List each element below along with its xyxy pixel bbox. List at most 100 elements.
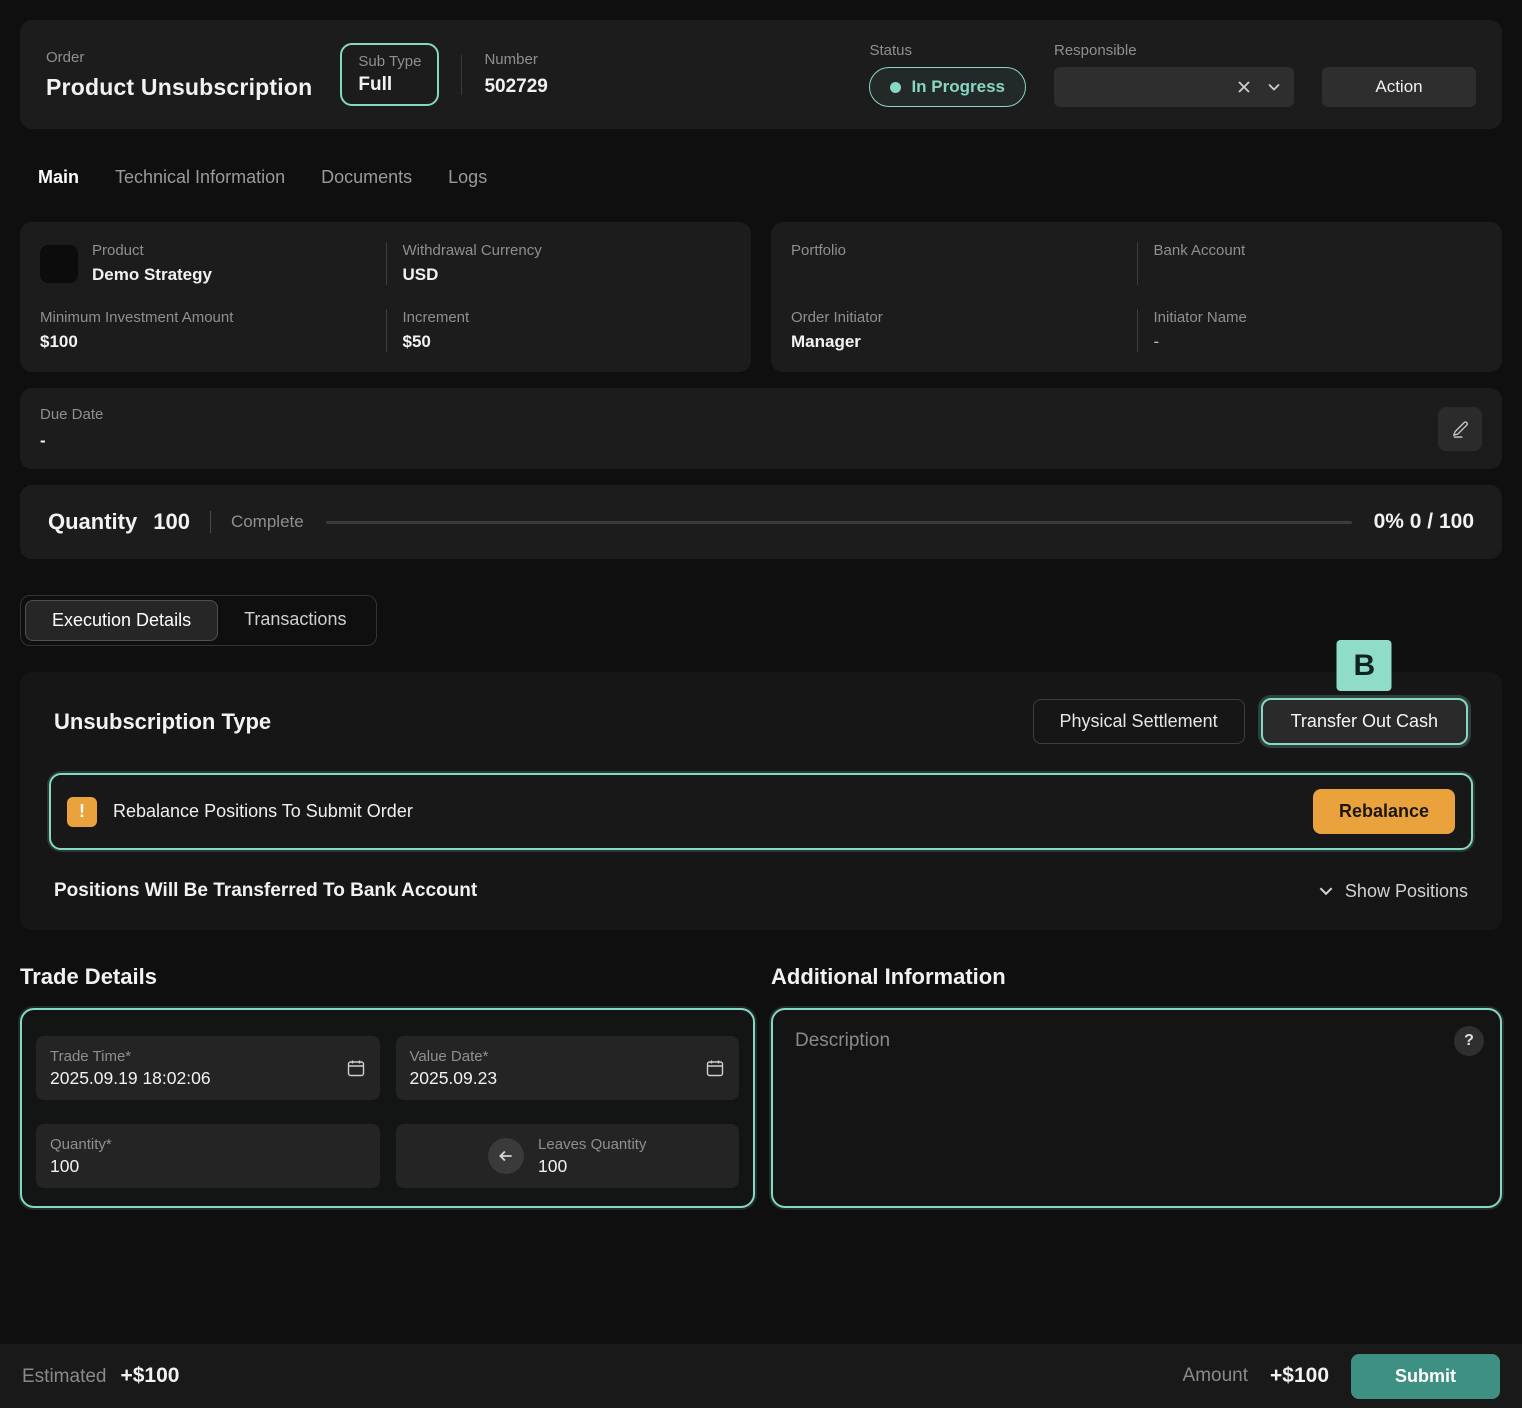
number-label: Number [484,51,547,68]
description-input[interactable] [795,1030,1423,1180]
detail-tab-bar: Execution Details Transactions [20,595,377,646]
estimated-value: +$100 [120,1364,179,1388]
main-tab-bar: Main Technical Information Documents Log… [20,159,1502,196]
unsubscription-type-title: Unsubscription Type [54,709,271,735]
trade-time-field[interactable]: Trade Time* 2025.09.19 18:02:06 [36,1036,380,1100]
status-group: Status In Progress [869,42,1026,107]
submit-button[interactable]: Submit [1351,1354,1500,1399]
tab-main[interactable]: Main [38,159,79,196]
order-page: Order Product Unsubscription Sub Type Fu… [0,0,1522,1408]
order-initiator-cell: Order Initiator Manager [791,309,1137,352]
pencil-icon [1451,419,1470,438]
tab-technical-information[interactable]: Technical Information [115,159,285,196]
responsible-group: Responsible [1054,42,1294,107]
amount-label: Amount [1183,1365,1248,1387]
order-number-group: Number 502729 [484,51,547,98]
chevron-down-icon[interactable] [1266,79,1282,95]
status-dot-icon [890,82,901,93]
trade-quantity-value: 100 [50,1156,366,1177]
calendar-icon[interactable] [705,1058,725,1078]
annotation-badge-b: B [1337,640,1392,691]
product-cell: Product Demo Strategy [40,242,386,285]
product-card: Product Demo Strategy Withdrawal Currenc… [20,222,751,372]
status-label: Status [869,42,1026,59]
edit-due-date-button[interactable] [1438,407,1482,451]
arrow-left-circle-icon[interactable] [488,1138,524,1174]
order-initiator-label: Order Initiator [791,309,1137,326]
status-badge: In Progress [869,67,1026,107]
trade-quantity-field[interactable]: Quantity* 100 [36,1124,380,1188]
amount-value: +$100 [1270,1364,1329,1388]
chevron-down-icon [1317,882,1335,900]
initiator-name-label: Initiator Name [1154,309,1483,326]
responsible-select[interactable] [1054,67,1294,107]
sub-type-value: Full [358,74,421,96]
footer-bar: Estimated +$100 Amount +$100 Submit [0,1344,1522,1408]
rebalance-button[interactable]: Rebalance [1313,789,1455,834]
quantity-card: Quantity 100 Complete 0% 0 / 100 [20,485,1502,559]
leaves-quantity-value: 100 [538,1156,646,1177]
product-label: Product [92,242,212,259]
leaves-quantity-field: Leaves Quantity 100 [396,1124,740,1188]
positions-row: Positions Will Be Transferred To Bank Ac… [36,880,1486,902]
trade-time-label: Trade Time* [50,1048,366,1065]
rebalance-message: Rebalance Positions To Submit Order [113,801,413,822]
sub-type-box: Sub Type Full [340,43,439,106]
amount-group: Amount +$100 Submit [1183,1354,1500,1399]
increment-cell: Increment $50 [386,309,732,352]
withdrawal-currency-value: USD [403,265,732,285]
tab-transactions[interactable]: Transactions [218,600,372,641]
warning-icon: ! [67,797,97,827]
estimated-label: Estimated [22,1366,106,1388]
withdrawal-currency-cell: Withdrawal Currency USD [386,242,732,285]
due-date-group: Due Date - [40,406,103,451]
tab-documents[interactable]: Documents [321,159,412,196]
physical-settlement-button[interactable]: Physical Settlement [1033,699,1245,744]
calendar-icon[interactable] [346,1058,366,1078]
min-investment-value: $100 [40,332,386,352]
header-divider [461,55,462,95]
trade-quantity-label: Quantity* [50,1136,366,1153]
execution-details-panel: Unsubscription Type Physical Settlement … [20,672,1502,930]
transfer-out-cash-wrap: B Transfer Out Cash [1261,698,1468,745]
additional-information-title: Additional Information [771,964,1502,990]
bank-account-value [1154,265,1483,285]
portfolio-card: Portfolio Bank Account Order Initiator M… [771,222,1502,372]
responsible-label: Responsible [1054,42,1294,59]
due-date-card: Due Date - [20,388,1502,469]
status-value: In Progress [911,77,1005,97]
order-initiator-value: Manager [791,332,1137,352]
increment-value: $50 [403,332,732,352]
bank-account-label: Bank Account [1154,242,1483,259]
due-date-value: - [40,431,103,451]
clear-icon[interactable] [1236,79,1252,95]
portfolio-value [791,265,1137,285]
info-cards-row: Product Demo Strategy Withdrawal Currenc… [20,222,1502,372]
number-value: 502729 [484,76,547,98]
transfer-out-cash-button[interactable]: Transfer Out Cash [1261,698,1468,745]
trade-details-panel: Trade Time* 2025.09.19 18:02:06 Value Da… [20,1008,755,1208]
bottom-columns: Trade Time* 2025.09.19 18:02:06 Value Da… [20,1008,1502,1208]
help-icon[interactable]: ? [1454,1026,1484,1056]
quantity-value: 100 [153,509,190,535]
unsubscription-type-options: Physical Settlement B Transfer Out Cash [1033,698,1468,745]
bank-account-cell: Bank Account [1137,242,1483,285]
tab-logs[interactable]: Logs [448,159,487,196]
tab-execution-details[interactable]: Execution Details [25,600,218,641]
additional-information-panel: ? [771,1008,1502,1208]
initiator-name-value: - [1154,332,1483,352]
unsubscription-type-row: Unsubscription Type Physical Settlement … [36,698,1486,745]
portfolio-label: Portfolio [791,242,1137,259]
sub-type-label: Sub Type [358,53,421,70]
order-header: Order Product Unsubscription Sub Type Fu… [20,20,1502,129]
value-date-field[interactable]: Value Date* 2025.09.23 [396,1036,740,1100]
show-positions-toggle[interactable]: Show Positions [1317,881,1468,902]
trade-details-title: Trade Details [20,964,755,990]
quantity-divider [210,511,211,533]
due-date-label: Due Date [40,406,103,423]
complete-label: Complete [231,512,304,532]
positions-message: Positions Will Be Transferred To Bank Ac… [54,880,477,902]
action-button[interactable]: Action [1322,67,1476,107]
bottom-headings: Trade Details Additional Information [20,964,1502,990]
leaves-quantity-label: Leaves Quantity [538,1136,646,1153]
